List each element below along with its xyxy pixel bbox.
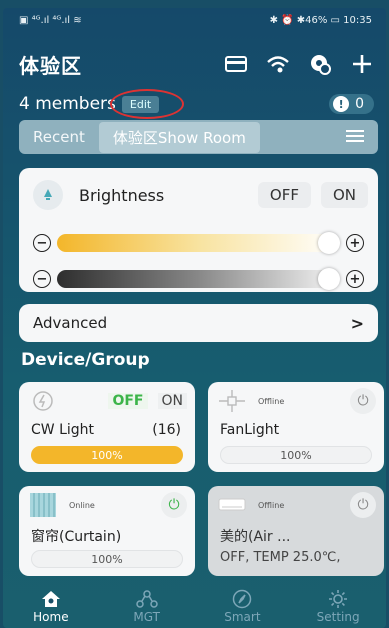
air-conditioner-icon <box>218 493 246 517</box>
app-frame: ▣ ⁴ᴳ.ıl ⁴ᴳ.ıl ≋ ✱ ⏰ ✱46% ▭ 10:35 体验区 4 m… <box>3 8 386 628</box>
status-bar: ▣ ⁴ᴳ.ıl ⁴ᴳ.ıl ≋ ✱ ⏰ ✱46% ▭ 10:35 <box>3 8 386 32</box>
tile-level-bar[interactable]: 100% <box>31 446 183 464</box>
tile-header: Offline ⏻ <box>218 492 376 518</box>
power-icon[interactable]: ⏻ <box>350 388 376 414</box>
tile-status-tag: Offline <box>258 500 285 510</box>
cool-slider-knob[interactable] <box>318 268 340 290</box>
alert-icon: ! <box>333 96 350 112</box>
device-tile-curtain[interactable]: Online ⏻ 窗帘(Curtain) 100% <box>19 486 195 576</box>
device-tile-fanlight[interactable]: Offline ⏻ FanLight 100% <box>208 382 384 472</box>
plus-icon[interactable] <box>350 52 374 76</box>
pin-icon[interactable] <box>308 52 332 76</box>
status-right: ✱ ⏰ ✱46% ▭ 10:35 <box>269 14 372 26</box>
section-title: Device/Group <box>21 350 150 370</box>
tile-name: 窗帘(Curtain) <box>31 529 122 545</box>
nav-setting[interactable]: Setting <box>303 588 373 624</box>
tile-level-bar[interactable]: 100% <box>220 446 372 464</box>
on-button[interactable]: ON <box>320 182 368 208</box>
nav-label: Smart <box>224 610 261 624</box>
device-tile-cw-light[interactable]: OFF ON CW Light (16) 100% <box>19 382 195 472</box>
tile-on-button[interactable]: ON <box>157 393 187 409</box>
compass-icon <box>232 588 252 610</box>
bulb-icon <box>33 180 63 210</box>
warm-slider[interactable] <box>57 232 340 254</box>
brightness-label: Brightness <box>79 185 165 205</box>
warm-slider-row: − + <box>33 232 364 254</box>
brightness-switch: OFF ON <box>257 182 368 208</box>
tile-name: FanLight <box>220 422 280 438</box>
members-row: 4 members Edit ! 0 <box>19 88 374 119</box>
minus-icon[interactable]: − <box>33 234 51 252</box>
members: 4 members Edit <box>19 88 184 119</box>
nav-label: Setting <box>316 610 360 624</box>
network-icon <box>135 588 158 610</box>
nav-home[interactable]: Home <box>16 588 86 624</box>
tile-status-tag: Offline <box>258 396 285 406</box>
gear-icon <box>328 588 348 610</box>
advanced-label: Advanced <box>33 314 108 332</box>
edit-button[interactable]: Edit <box>109 88 184 119</box>
home-icon <box>41 588 61 610</box>
list-menu-icon[interactable] <box>346 128 364 147</box>
tile-level-bar[interactable]: 100% <box>31 550 183 568</box>
status-left: ▣ ⁴ᴳ.ıl ⁴ᴳ.ıl ≋ <box>19 14 82 26</box>
chevron-right-icon: > <box>350 313 364 333</box>
bottom-nav: Home MGT Smart Setting <box>3 584 386 628</box>
warm-slider-knob[interactable] <box>318 232 340 254</box>
edit-highlight-circle <box>109 88 184 119</box>
nav-smart[interactable]: Smart <box>207 588 277 624</box>
plus-circle-icon[interactable]: + <box>346 234 364 252</box>
page-title: 体验区 <box>19 53 82 78</box>
curtain-icon <box>29 493 57 517</box>
advanced-row[interactable]: Advanced > <box>19 304 378 342</box>
tile-off-button[interactable]: OFF <box>108 393 148 409</box>
tile-name: CW Light <box>31 422 95 438</box>
cool-slider[interactable] <box>57 268 340 290</box>
recent-bar[interactable]: Recent 体验区Show Room <box>19 120 378 154</box>
tile-switch: OFF ON <box>108 393 187 409</box>
plus-circle-icon[interactable]: + <box>346 270 364 288</box>
tile-header: OFF ON <box>29 388 187 414</box>
alert-count: 0 <box>355 96 364 112</box>
tile-header: Online ⏻ <box>29 492 187 518</box>
brightness-header: Brightness OFF ON <box>33 180 368 210</box>
header: 体验区 <box>19 44 374 84</box>
fan-icon <box>218 389 246 413</box>
header-actions <box>224 52 374 76</box>
power-icon[interactable]: ⏻ <box>161 492 187 518</box>
nav-mgt[interactable]: MGT <box>112 588 182 624</box>
power-icon[interactable]: ⏻ <box>350 492 376 518</box>
minus-icon[interactable]: − <box>33 270 51 288</box>
recent-label: Recent <box>33 128 85 146</box>
tile-status-text: OFF, TEMP 25.0℃, <box>220 550 341 565</box>
tile-status-tag: Online <box>69 500 95 510</box>
wifi-icon[interactable] <box>266 52 290 76</box>
nav-label: Home <box>33 610 69 624</box>
members-count: 4 members <box>19 94 116 114</box>
card-icon[interactable] <box>224 52 248 76</box>
tile-header: Offline ⏻ <box>218 388 376 414</box>
light-bulb-icon <box>29 389 57 413</box>
device-tile-air[interactable]: Offline ⏻ 美的(Air ... OFF, TEMP 25.0℃, <box>208 486 384 576</box>
tile-name: 美的(Air ... <box>220 529 291 545</box>
room-chip[interactable]: 体验区Show Room <box>98 121 260 153</box>
alerts-badge[interactable]: ! 0 <box>329 94 374 114</box>
brightness-card: Brightness OFF ON − + − + <box>19 168 378 292</box>
cool-slider-row: − + <box>33 268 364 290</box>
tile-count: (16) <box>152 422 181 438</box>
off-button[interactable]: OFF <box>257 182 311 208</box>
nav-label: MGT <box>133 610 160 624</box>
